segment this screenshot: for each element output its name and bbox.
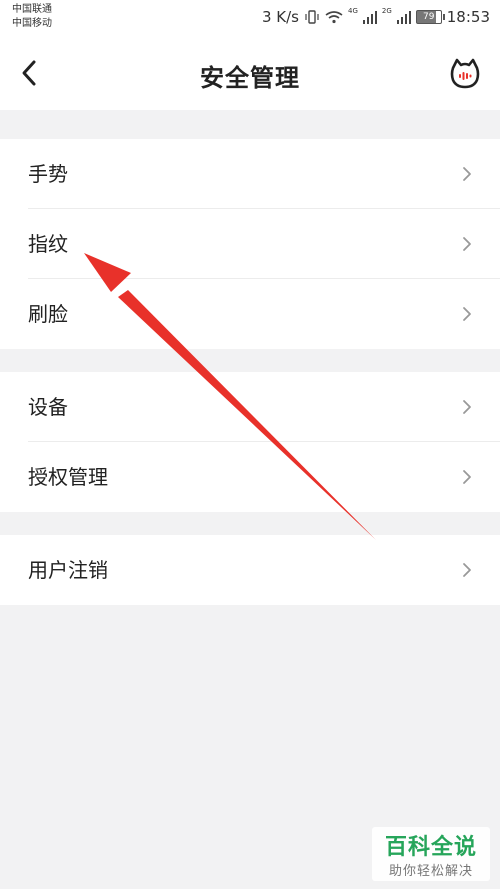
chevron-right-icon: [463, 307, 471, 321]
menu-item-label: 设备: [28, 395, 68, 419]
menu-item-fingerprint[interactable]: 指纹: [0, 209, 500, 279]
security-group-account: 用户注销: [0, 535, 500, 605]
menu-item-label: 刷脸: [28, 302, 68, 326]
status-indicators: 3 K/s 4G 2G 79 18:53: [262, 6, 490, 28]
chevron-right-icon: [463, 167, 471, 181]
status-bar: 中国联通 中国移动 3 K/s 4G 2G 79 18:53: [0, 0, 500, 36]
security-group-auth: 手势 指纹 刷脸: [0, 139, 500, 349]
signal-1-type: 4G: [347, 7, 358, 15]
clock: 18:53: [446, 8, 490, 26]
menu-item-label: 授权管理: [28, 465, 108, 489]
chevron-right-icon: [463, 237, 471, 251]
wifi-icon: [325, 11, 343, 24]
security-group-devices: 设备 授权管理: [0, 372, 500, 512]
menu-item-authorization[interactable]: 授权管理: [0, 442, 500, 512]
menu-item-devices[interactable]: 设备: [0, 372, 500, 442]
menu-item-deregister[interactable]: 用户注销: [0, 535, 500, 605]
menu-item-label: 手势: [28, 162, 68, 186]
screen: 中国联通 中国移动 3 K/s 4G 2G 79 18:53 安全管理 手势 指…: [0, 0, 500, 889]
vibrate-icon: [305, 10, 319, 24]
menu-item-label: 用户注销: [28, 558, 108, 582]
watermark-title: 百科全说: [384, 835, 477, 860]
signal-2-type: 2G: [381, 7, 392, 15]
chevron-right-icon: [463, 470, 471, 484]
menu-item-gesture[interactable]: 手势: [0, 139, 500, 209]
chevron-right-icon: [463, 400, 471, 414]
battery-level: 79: [423, 12, 435, 22]
menu-item-label: 指纹: [28, 232, 68, 256]
customer-service-icon: [450, 58, 480, 89]
watermark-subtitle: 助你轻松解决: [388, 864, 473, 879]
carrier-1: 中国联通: [12, 4, 52, 15]
title-bar: 安全管理: [0, 36, 500, 110]
customer-service-button[interactable]: [448, 56, 482, 90]
battery-indicator: 79: [415, 10, 445, 24]
page-title: 安全管理: [200, 64, 300, 92]
signal-2-icon: [396, 11, 411, 24]
carrier-2: 中国移动: [12, 18, 52, 29]
watermark-logo: 百科全说 助你轻松解决: [372, 827, 490, 881]
menu-item-face[interactable]: 刷脸: [0, 279, 500, 349]
chevron-right-icon: [463, 563, 471, 577]
network-speed: 3 K/s: [261, 8, 299, 26]
signal-1-icon: [362, 11, 377, 24]
